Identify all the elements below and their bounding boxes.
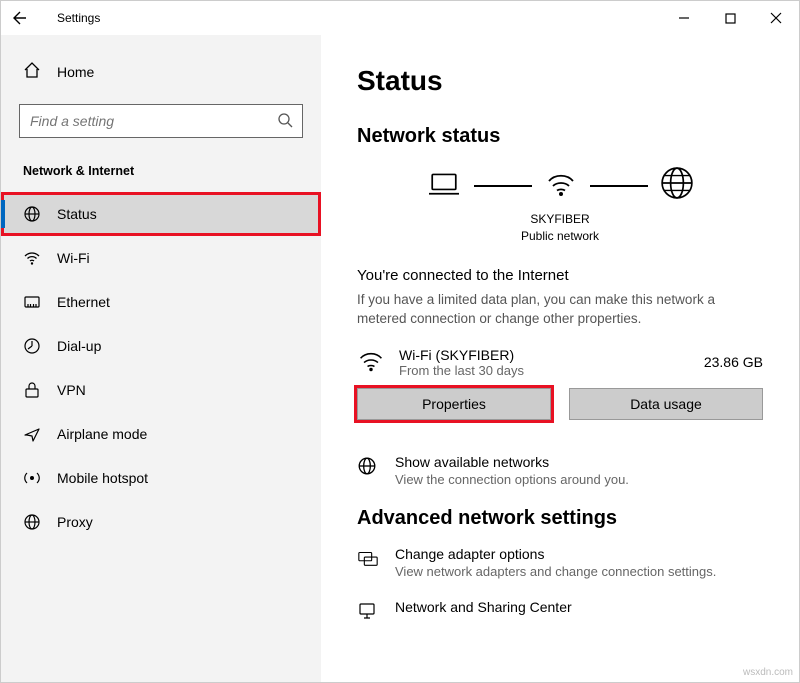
airplane-icon [23, 425, 41, 443]
minimize-button[interactable] [661, 2, 707, 34]
adapter-icon [357, 546, 379, 573]
sharing-icon [357, 599, 379, 626]
proxy-icon [23, 513, 41, 531]
wifi-icon [544, 168, 578, 203]
sidebar-item-vpn[interactable]: VPN [1, 368, 321, 412]
sidebar-item-label: Wi-Fi [57, 250, 90, 266]
sidebar-item-label: Status [57, 206, 97, 222]
connection-name: Wi-Fi (SKYFIBER) [399, 347, 690, 363]
data-usage-button[interactable]: Data usage [569, 388, 763, 420]
back-button[interactable] [1, 1, 37, 35]
globe-icon [660, 166, 694, 205]
available-desc: View the connection options around you. [395, 472, 629, 487]
available-title: Show available networks [395, 454, 629, 470]
status-icon [23, 205, 41, 223]
maximize-button[interactable] [707, 2, 753, 34]
sidebar-item-status[interactable]: Status [1, 192, 321, 236]
sidebar-item-mobile-hotspot[interactable]: Mobile hotspot [1, 456, 321, 500]
sidebar-item-ethernet[interactable]: Ethernet [1, 280, 321, 324]
sidebar-item-dial-up[interactable]: Dial-up [1, 324, 321, 368]
window-title: Settings [37, 11, 100, 25]
diagram-network-type: Public network [357, 228, 763, 245]
sidebar-item-label: Ethernet [57, 294, 110, 310]
connection-headline: You're connected to the Internet [357, 267, 763, 284]
ethernet-icon [23, 293, 41, 311]
network-sharing-center-link[interactable]: Network and Sharing Center [357, 599, 763, 626]
close-button[interactable] [753, 2, 799, 34]
sidebar-item-label: Airplane mode [57, 426, 147, 442]
page-title: Status [357, 65, 763, 97]
sidebar-item-label: VPN [57, 382, 86, 398]
watermark: wsxdn.com [743, 667, 793, 678]
sidebar-item-airplane-mode[interactable]: Airplane mode [1, 412, 321, 456]
data-used: 23.86 GB [704, 354, 763, 370]
settings-window: Settings Home Network & Internet Status W… [0, 0, 800, 683]
adapter-desc: View network adapters and change connect… [395, 564, 716, 579]
home-icon [23, 61, 41, 82]
connection-description: If you have a limited data plan, you can… [357, 290, 763, 329]
network-diagram [357, 166, 763, 205]
vpn-icon [23, 381, 41, 399]
adapter-title: Change adapter options [395, 546, 716, 562]
home-link[interactable]: Home [1, 53, 321, 90]
sidebar-item-label: Proxy [57, 514, 93, 530]
search-container [19, 104, 303, 138]
sidebar: Home Network & Internet Status Wi-Fi Ether… [1, 35, 321, 682]
diagram-caption: SKYFIBER Public network [357, 211, 763, 245]
properties-button[interactable]: Properties [357, 388, 551, 420]
wifi-icon [357, 347, 385, 378]
sidebar-item-label: Dial-up [57, 338, 101, 354]
connection-period: From the last 30 days [399, 363, 690, 378]
sidebar-item-label: Mobile hotspot [57, 470, 148, 486]
section-network-status: Network status [357, 125, 763, 148]
dialup-icon [23, 337, 41, 355]
laptop-icon [426, 168, 462, 203]
hotspot-icon [23, 469, 41, 487]
titlebar: Settings [1, 1, 799, 35]
show-available-networks-link[interactable]: Show available networks View the connect… [357, 454, 763, 487]
diagram-line [590, 185, 648, 187]
diagram-ssid: SKYFIBER [357, 211, 763, 228]
nav-list: Status Wi-Fi Ethernet Dial-up VPN Airplane mo… [1, 192, 321, 544]
search-icon [277, 112, 293, 133]
home-label: Home [57, 64, 94, 80]
search-input[interactable] [19, 104, 303, 138]
sharing-title: Network and Sharing Center [395, 599, 572, 615]
globe-icon [357, 454, 379, 481]
sidebar-item-wi-fi[interactable]: Wi-Fi [1, 236, 321, 280]
wifi-icon [23, 249, 41, 267]
connection-buttons: Properties Data usage [357, 388, 763, 420]
section-advanced: Advanced network settings [357, 507, 763, 530]
category-heading: Network & Internet [1, 160, 321, 192]
content: Status Network status SKYFIBER Public ne… [321, 35, 799, 682]
change-adapter-options-link[interactable]: Change adapter options View network adap… [357, 546, 763, 579]
connection-row: Wi-Fi (SKYFIBER) From the last 30 days 2… [357, 347, 763, 378]
diagram-line [474, 185, 532, 187]
sidebar-item-proxy[interactable]: Proxy [1, 500, 321, 544]
